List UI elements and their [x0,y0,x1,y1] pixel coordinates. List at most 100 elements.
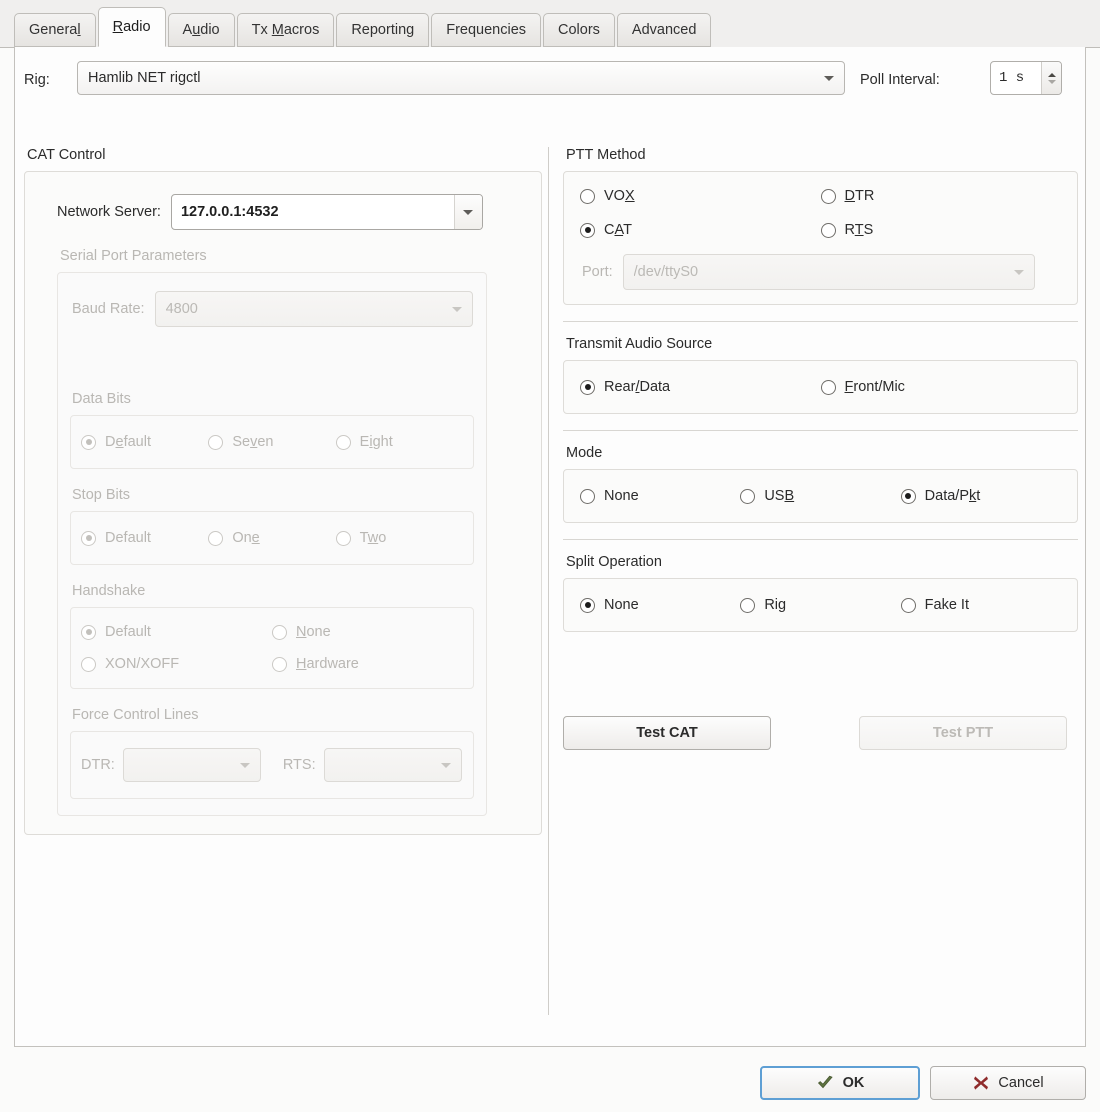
radio-indicator[interactable] [335,530,351,546]
tab-label: Advanced [631,22,697,38]
radio-cat[interactable]: CAT [580,222,821,238]
radio-default[interactable]: Default [81,624,272,640]
radio-label: VOX [604,188,635,204]
radio-indicator[interactable] [580,379,595,395]
radio-indicator[interactable] [820,222,836,238]
radio-rear-data[interactable]: Rear/Data [580,379,821,395]
radio-none[interactable]: None [580,597,740,613]
chevron-down-icon [433,749,459,781]
tab-tx-macros[interactable]: Tx Macros [236,13,335,47]
radio-dtr[interactable]: DTR [820,188,1062,204]
cat-control-title: CAT Control [27,147,106,163]
spinner-buttons[interactable] [1041,62,1061,94]
radio-front-mic[interactable]: Front/Mic [820,379,1062,395]
radio-label: USB [764,488,795,504]
spinner-down-icon[interactable] [1047,79,1056,84]
force-control-lines-title: Force Control Lines [72,707,199,723]
network-server-row: Network Server: 127.0.0.1:4532 [57,194,527,230]
ptt-method-options: VOX DTR CAT RTS [580,188,1061,238]
dtr-label: DTR: [81,757,115,773]
transmit-audio-source-title: Transmit Audio Source [566,336,713,352]
dtr-combobox [122,748,261,782]
baud-rate-label: Baud Rate: [72,301,145,317]
tab-colors[interactable]: Colors [543,13,615,47]
ok-button-label: OK [842,1075,865,1091]
rig-combobox[interactable]: Hamlib NET rigctl [77,61,845,95]
radio-indicator[interactable] [208,434,224,450]
cat-control-group: Network Server: 127.0.0.1:4532 Serial Po… [24,171,542,835]
data-bits-group: Default Seven Eight [70,415,474,469]
tab-general[interactable]: General [14,13,96,47]
radio-default[interactable]: Default [81,530,208,546]
radio-usb[interactable]: USB [740,488,900,504]
radio-xon-xoff[interactable]: XON/XOFF [81,656,272,672]
tab-advanced[interactable]: Advanced [616,13,712,47]
tab-bar: General Radio Audio Tx Macros Reporting Frequ… [0,0,1100,48]
radio-indicator[interactable] [81,624,96,640]
mode-options: None USB Data/Pkt [580,488,1061,504]
tab-frequencies[interactable]: Frequencies [431,13,542,47]
spinner-up-icon[interactable] [1047,72,1056,77]
test-ptt-button: Test PTT [859,716,1067,750]
radio-indicator[interactable] [81,434,96,450]
radio-indicator[interactable] [580,188,595,204]
tab-radio[interactable]: Radio [97,7,166,47]
chevron-down-icon [1006,255,1032,289]
radio-indicator[interactable] [580,222,595,238]
radio-indicator[interactable] [580,597,595,613]
x-icon [974,1076,989,1090]
radio-indicator[interactable] [81,530,96,546]
radio-indicator[interactable] [740,597,756,613]
radio-label: Default [105,530,151,546]
cancel-button[interactable]: Cancel [930,1066,1086,1100]
radio-indicator[interactable] [580,488,595,504]
radio-eight[interactable]: Eight [335,434,463,450]
radio-indicator[interactable] [272,624,287,640]
radio-indicator[interactable] [820,188,836,204]
tab-label: Tx Macros [251,22,320,38]
ptt-port-label: Port: [582,264,613,280]
radio-indicator[interactable] [740,488,756,504]
radio-indicator[interactable] [900,488,916,504]
stop-bits-group: Default One Two [70,511,474,565]
radio-fake-it[interactable]: Fake It [900,597,1061,613]
radio-data-pkt[interactable]: Data/Pkt [900,488,1061,504]
tab-label: Frequencies [446,22,527,38]
mode-group: None USB Data/Pkt [563,469,1078,523]
data-bits-options: Default Seven Eight [81,434,463,450]
tab-label: Radio [112,19,151,35]
radio-indicator[interactable] [335,434,351,450]
radio-hardware[interactable]: Hardware [272,656,463,672]
chevron-down-icon[interactable] [453,195,482,229]
chevron-down-icon [444,292,470,326]
radio-vox[interactable]: VOX [580,188,821,204]
ptt-method-group: VOX DTR CAT RTS Port: /dev/ttyS0 [563,171,1078,305]
split-operation-options: None Rig Fake It [580,597,1061,613]
transmit-audio-source-group: Rear/Data Front/Mic [563,360,1078,414]
ok-button[interactable]: OK [760,1066,920,1100]
radio-rts[interactable]: RTS [820,222,1062,238]
chevron-down-icon[interactable] [816,62,842,94]
network-server-combobox[interactable]: 127.0.0.1:4532 [170,194,483,230]
tab-audio[interactable]: Audio [167,13,235,47]
radio-default[interactable]: Default [81,434,208,450]
radio-seven[interactable]: Seven [208,434,335,450]
radio-none[interactable]: None [580,488,740,504]
radio-indicator[interactable] [81,656,96,672]
radio-none[interactable]: None [272,624,463,640]
cancel-button-label: Cancel [998,1075,1044,1091]
radio-indicator[interactable] [820,379,836,395]
radio-label: Front/Mic [844,379,905,395]
radio-label: XON/XOFF [105,656,180,672]
radio-indicator[interactable] [208,530,224,546]
radio-label: CAT [604,222,632,238]
radio-indicator[interactable] [272,656,287,672]
tab-reporting[interactable]: Reporting [336,13,430,47]
radio-one[interactable]: One [208,530,335,546]
poll-interval-spinbox[interactable]: 1 s [990,61,1062,95]
radio-rig[interactable]: Rig [740,597,900,613]
radio-label: Default [105,434,151,450]
radio-two[interactable]: Two [335,530,463,546]
radio-indicator[interactable] [900,597,916,613]
test-cat-button[interactable]: Test CAT [563,716,771,750]
